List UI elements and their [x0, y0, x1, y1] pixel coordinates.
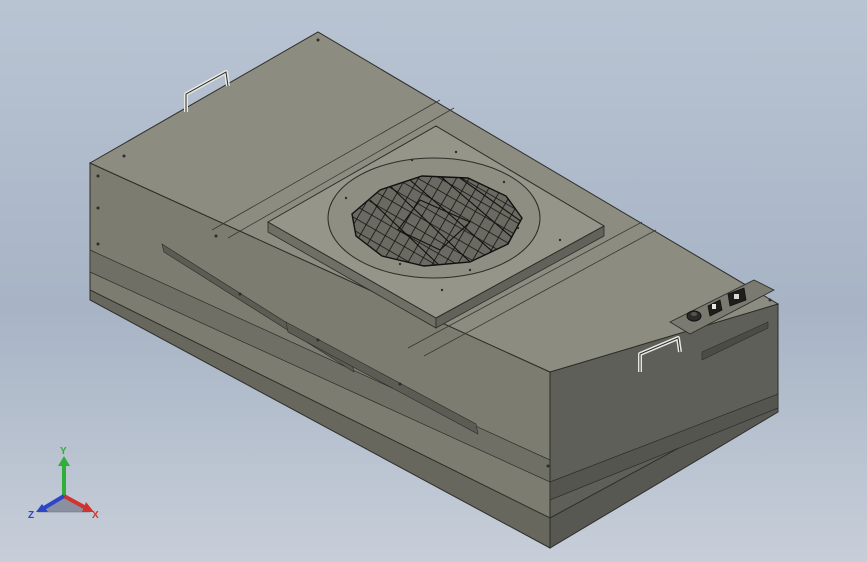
cad-viewport[interactable]: Y X Z: [0, 0, 867, 562]
y-axis-arrow-icon: [58, 456, 70, 466]
fan-filter-unit-model[interactable]: [0, 0, 867, 562]
orientation-triad[interactable]: Y X Z: [24, 446, 104, 526]
z-axis-label: Z: [28, 510, 34, 521]
x-axis-label: X: [92, 510, 99, 521]
y-axis-label: Y: [60, 446, 67, 457]
knob-icon[interactable]: [686, 310, 702, 322]
